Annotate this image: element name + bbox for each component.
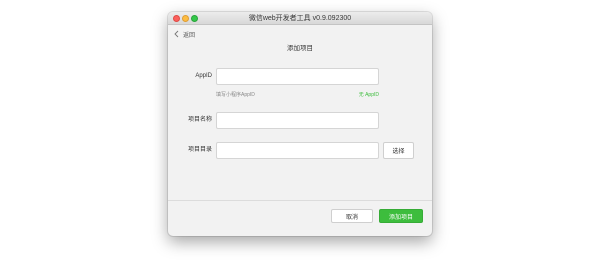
project-dir-input[interactable]	[216, 142, 379, 159]
cancel-button[interactable]: 取消	[331, 209, 373, 223]
project-dir-label: 项目目录	[187, 147, 212, 153]
title-bar: 微信web开发者工具 v0.9.092300	[168, 12, 432, 25]
app-window: 微信web开发者工具 v0.9.092300 返回 添加项目 AppID 填写小…	[168, 12, 432, 236]
appid-input[interactable]	[216, 68, 379, 85]
appid-hint: 填写小程序AppID	[216, 92, 255, 98]
appid-label: AppID	[195, 73, 212, 79]
project-name-input[interactable]	[216, 112, 379, 129]
chevron-left-icon	[174, 30, 179, 38]
back-button[interactable]: 返回	[172, 29, 195, 39]
footer-divider	[168, 200, 432, 201]
select-dir-button[interactable]: 选择	[383, 142, 414, 159]
no-appid-link[interactable]: 无 AppID	[359, 91, 379, 98]
project-name-label: 项目名称	[187, 117, 212, 123]
back-label: 返回	[183, 32, 196, 39]
page-title: 添加项目	[287, 45, 313, 52]
add-project-button[interactable]: 添加项目	[379, 209, 423, 223]
window-title: 微信web开发者工具 v0.9.092300	[248, 15, 352, 22]
